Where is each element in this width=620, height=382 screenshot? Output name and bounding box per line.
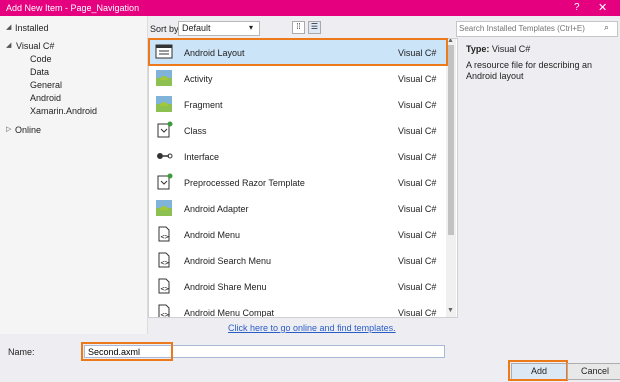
class-icon bbox=[155, 121, 173, 139]
tree-label: Online bbox=[15, 125, 42, 135]
sort-value: Default bbox=[182, 23, 211, 33]
expand-arrow-icon[interactable]: ▷ bbox=[6, 124, 11, 136]
menu-icon: <> bbox=[155, 251, 173, 269]
sort-toolbar: Sort by: Default ▾ ⁞⁞ ☰ bbox=[148, 18, 448, 38]
chevron-down-icon: ▾ bbox=[249, 23, 254, 32]
svg-text:<>: <> bbox=[161, 233, 169, 241]
template-name: Android Search Menu bbox=[184, 256, 272, 266]
template-name: Fragment bbox=[184, 100, 223, 110]
android-icon bbox=[155, 95, 173, 113]
close-button[interactable]: ✕ bbox=[598, 1, 607, 14]
tree-item-visual-csharp[interactable]: ◢ Visual C# bbox=[4, 40, 144, 52]
details-view-icon[interactable]: ☰ bbox=[308, 21, 321, 34]
tree-label: General bbox=[30, 80, 63, 90]
name-field-highlight bbox=[81, 342, 173, 361]
template-language: Visual C# bbox=[398, 230, 437, 240]
template-item[interactable]: <> Android Share Menu Visual C# bbox=[149, 274, 447, 299]
template-item[interactable]: Activity Visual C# bbox=[149, 66, 447, 91]
android-icon bbox=[155, 199, 173, 217]
template-language: Visual C# bbox=[398, 178, 437, 188]
interface-icon bbox=[155, 147, 173, 165]
template-language: Visual C# bbox=[398, 152, 437, 162]
tree-label: Code bbox=[30, 54, 52, 64]
template-name: Android Share Menu bbox=[184, 282, 267, 292]
selected-item-highlight bbox=[148, 38, 448, 66]
sort-label: Sort by: bbox=[150, 24, 182, 34]
search-input[interactable] bbox=[459, 22, 599, 34]
menu-icon: <> bbox=[155, 303, 173, 318]
collapse-arrow-icon[interactable]: ◢ bbox=[6, 40, 11, 52]
template-name: Preprocessed Razor Template bbox=[184, 178, 305, 188]
menu-icon: <> bbox=[155, 225, 173, 243]
template-item[interactable]: Android Adapter Visual C# bbox=[149, 196, 447, 221]
title-bar: Add New Item - Page_Navigation ? ✕ bbox=[0, 0, 620, 16]
window-title: Add New Item - Page_Navigation bbox=[6, 3, 140, 13]
sort-dropdown[interactable]: Default ▾ bbox=[178, 21, 260, 36]
template-language: Visual C# bbox=[398, 126, 437, 136]
collapse-arrow-icon[interactable]: ◢ bbox=[6, 22, 11, 34]
template-item[interactable]: Interface Visual C# bbox=[149, 144, 447, 169]
search-box[interactable]: ⌕ bbox=[456, 21, 618, 37]
svg-text:<>: <> bbox=[161, 259, 169, 267]
search-icon[interactable]: ⌕ bbox=[604, 22, 609, 33]
online-templates-link[interactable]: Click here to go online and find templat… bbox=[228, 323, 396, 333]
category-tree: ◢ Installed ◢ Visual C# Code Data Genera… bbox=[0, 16, 148, 334]
type-value: Visual C# bbox=[491, 44, 531, 54]
svg-text:<>: <> bbox=[161, 285, 169, 293]
scroll-up-icon[interactable]: ▲ bbox=[447, 39, 454, 44]
template-name: Android Menu bbox=[184, 230, 241, 240]
medium-icons-view-icon[interactable]: ⁞⁞ bbox=[292, 21, 305, 34]
template-name: Class bbox=[184, 126, 207, 136]
menu-icon: <> bbox=[155, 277, 173, 295]
scroll-down-icon[interactable]: ▼ bbox=[447, 307, 454, 314]
template-language: Visual C# bbox=[398, 308, 437, 318]
help-button[interactable]: ? bbox=[574, 2, 580, 13]
cancel-button[interactable]: Cancel bbox=[567, 363, 620, 380]
scrollbar-thumb[interactable] bbox=[448, 45, 454, 235]
android-icon bbox=[155, 69, 173, 87]
tree-label: Android bbox=[30, 93, 62, 103]
tree-label: Visual C# bbox=[16, 41, 55, 51]
template-item[interactable]: <> Android Search Menu Visual C# bbox=[149, 248, 447, 273]
template-item[interactable]: Class Visual C# bbox=[149, 118, 447, 143]
template-language: Visual C# bbox=[398, 256, 437, 266]
template-name: Activity bbox=[184, 74, 213, 84]
template-name: Interface bbox=[184, 152, 220, 162]
tree-label: Xamarin.Android bbox=[30, 106, 98, 116]
template-name: Android Menu Compat bbox=[184, 308, 275, 318]
template-language: Visual C# bbox=[398, 74, 437, 84]
type-line: Type: Visual C# bbox=[466, 44, 530, 54]
tree-label: Data bbox=[30, 67, 50, 77]
list-scrollbar[interactable]: ▲ ▼ bbox=[446, 39, 456, 317]
template-language: Visual C# bbox=[398, 204, 437, 214]
template-name: Android Adapter bbox=[184, 204, 249, 214]
template-item[interactable]: <> Android Menu Visual C# bbox=[149, 222, 447, 247]
type-label: Type: bbox=[466, 44, 490, 54]
name-label: Name: bbox=[8, 347, 35, 357]
template-item[interactable]: Fragment Visual C# bbox=[149, 92, 447, 117]
template-item[interactable]: Preprocessed Razor Template Visual C# bbox=[149, 170, 447, 195]
tree-label: Installed bbox=[15, 23, 49, 33]
template-description: A resource file for describing an Androi… bbox=[466, 60, 593, 81]
template-list[interactable]: Android Layout Visual C# Activity Visual C#… bbox=[148, 38, 458, 318]
template-language: Visual C# bbox=[398, 100, 437, 110]
razor-icon bbox=[155, 173, 173, 191]
template-language: Visual C# bbox=[398, 282, 437, 292]
template-item[interactable]: <> Android Menu Compat Visual C# bbox=[149, 300, 447, 318]
svg-text:<>: <> bbox=[161, 311, 169, 318]
add-button-highlight bbox=[508, 360, 568, 381]
